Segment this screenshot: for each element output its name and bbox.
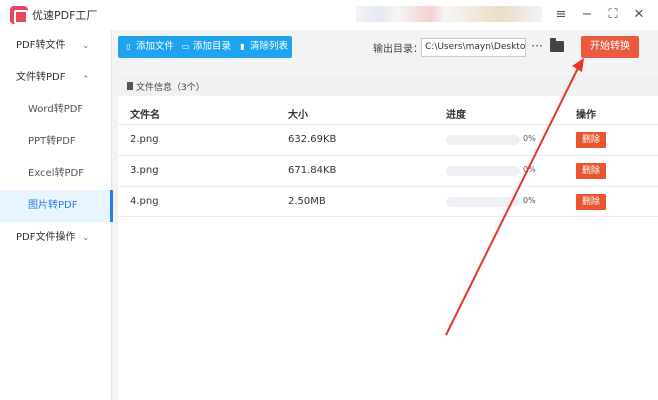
sidebar-item-file-to-pdf[interactable]: 文件转PDF ⌃ bbox=[0, 62, 112, 94]
sidebar-item-label: PDF转文件 bbox=[16, 40, 66, 51]
progress-percent: 0% bbox=[523, 134, 536, 143]
sidebar-item-word-to-pdf[interactable]: Word转PDF bbox=[0, 94, 112, 126]
column-header-action: 操作 bbox=[576, 110, 596, 121]
table-row[interactable]: 4.png 2.50MB 0% 删除 bbox=[118, 186, 658, 217]
output-dir-input[interactable]: C:\Users\mayn\Desktop bbox=[421, 38, 526, 57]
table-row[interactable]: 3.png 671.84KB 0% 删除 bbox=[118, 155, 658, 186]
app-logo-icon bbox=[10, 6, 28, 24]
clear-list-button[interactable]: ▮ 清除列表 bbox=[238, 36, 288, 58]
chevron-up-icon: ⌃ bbox=[82, 75, 90, 85]
sidebar-item-ppt-to-pdf[interactable]: PPT转PDF bbox=[0, 126, 112, 158]
sidebar-item-label: 图片转PDF bbox=[28, 200, 78, 211]
delete-button[interactable]: 删除 bbox=[576, 194, 606, 210]
progress-percent: 0% bbox=[523, 165, 536, 174]
progress-bar bbox=[446, 166, 520, 176]
arrow-head bbox=[572, 58, 584, 72]
file-size: 2.50MB bbox=[288, 196, 326, 207]
minimize-icon[interactable]: − bbox=[578, 6, 596, 24]
file-list-panel: 文件信息（3个） 文件名 大小 进度 操作 2.png 632.69KB 0% … bbox=[118, 76, 658, 400]
delete-button[interactable]: 删除 bbox=[576, 132, 606, 148]
folder-outline-icon: ▭ bbox=[181, 42, 190, 51]
progress-bar bbox=[446, 197, 520, 207]
sidebar-item-label: Word转PDF bbox=[28, 104, 84, 115]
add-file-button[interactable]: ▯ 添加文件 bbox=[124, 36, 174, 58]
blurred-region bbox=[356, 6, 542, 22]
app-title: 优速PDF工厂 bbox=[32, 9, 98, 22]
sidebar-item-pdf-to-file[interactable]: PDF转文件 ⌄ bbox=[0, 30, 112, 62]
column-header-progress: 进度 bbox=[446, 110, 466, 121]
file-name: 4.png bbox=[130, 196, 159, 207]
start-convert-button[interactable]: 开始转换 bbox=[581, 36, 639, 58]
sidebar: PDF转文件 ⌄ 文件转PDF ⌃ Word转PDF PPT转PDF Excel… bbox=[0, 30, 113, 400]
sidebar-item-label: PPT转PDF bbox=[28, 136, 76, 147]
sidebar-item-label: PDF文件操作 bbox=[16, 232, 76, 243]
progress-percent: 0% bbox=[523, 196, 536, 205]
sidebar-item-label: 文件转PDF bbox=[16, 72, 66, 83]
file-size: 671.84KB bbox=[288, 165, 337, 176]
close-icon[interactable]: ✕ bbox=[630, 6, 648, 24]
folder-icon[interactable] bbox=[550, 38, 564, 52]
sidebar-item-excel-to-pdf[interactable]: Excel转PDF bbox=[0, 158, 112, 190]
menu-icon[interactable]: ≡ bbox=[552, 6, 570, 24]
file-icon: ▯ bbox=[126, 42, 131, 51]
column-header-size: 大小 bbox=[288, 110, 308, 121]
sidebar-item-label: Excel转PDF bbox=[28, 168, 84, 179]
file-info-header: 文件信息（3个） bbox=[118, 76, 658, 96]
file-info-title: 文件信息（3个） bbox=[136, 83, 205, 93]
maximize-icon[interactable]: ⛶ bbox=[604, 6, 622, 24]
document-icon bbox=[127, 82, 133, 90]
table-row[interactable]: 2.png 632.69KB 0% 删除 bbox=[118, 124, 658, 155]
chevron-down-icon: ⌄ bbox=[82, 233, 90, 243]
file-name: 3.png bbox=[130, 165, 159, 176]
file-toolbar: ▯ 添加文件 ▭ 添加目录 ▮ 清除列表 bbox=[118, 36, 292, 58]
trash-icon: ▮ bbox=[240, 42, 245, 51]
output-dir-label: 输出目录： bbox=[373, 44, 423, 55]
sidebar-item-pdf-operations[interactable]: PDF文件操作 ⌄ bbox=[0, 222, 112, 254]
sidebar-item-image-to-pdf[interactable]: 图片转PDF bbox=[0, 190, 113, 222]
chevron-down-icon: ⌄ bbox=[82, 41, 90, 51]
more-options-button[interactable]: ··· bbox=[530, 39, 544, 55]
file-size: 632.69KB bbox=[288, 134, 337, 145]
column-header-filename: 文件名 bbox=[130, 110, 160, 121]
delete-button[interactable]: 删除 bbox=[576, 163, 606, 179]
title-bar: 优速PDF工厂 ≡ − ⛶ ✕ bbox=[0, 0, 658, 30]
add-directory-button[interactable]: ▭ 添加目录 bbox=[181, 36, 231, 58]
progress-bar bbox=[446, 135, 520, 145]
file-name: 2.png bbox=[130, 134, 159, 145]
